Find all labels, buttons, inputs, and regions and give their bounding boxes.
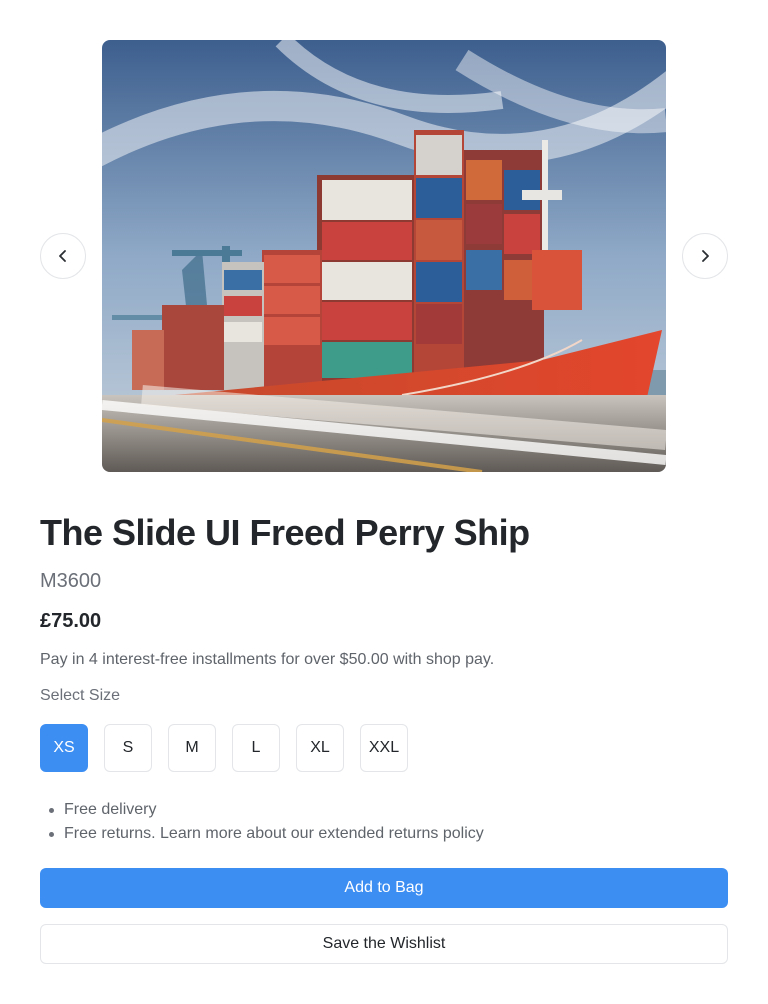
size-label: Select Size <box>40 687 121 704</box>
size-option-xl[interactable]: XL <box>296 724 344 772</box>
benefit-free-delivery: Free delivery <box>40 798 484 822</box>
size-option-xs[interactable]: XS <box>40 724 88 772</box>
product-image <box>102 40 666 472</box>
payment-note: Pay in 4 interest-free installments for … <box>40 651 495 668</box>
carousel-next-button[interactable] <box>682 233 728 279</box>
product-sku: M3600 <box>40 570 102 592</box>
size-selector: XS S M L XL XXL <box>40 724 408 772</box>
chevron-left-icon <box>59 250 66 262</box>
size-option-m[interactable]: M <box>168 724 216 772</box>
carousel-prev-button[interactable] <box>40 233 86 279</box>
product-price: £75.00 <box>40 610 102 632</box>
size-option-l[interactable]: L <box>232 724 280 772</box>
container-ship-image <box>102 40 666 472</box>
size-option-xxl[interactable]: XXL <box>360 724 408 772</box>
product-carousel <box>0 0 768 490</box>
size-option-s[interactable]: S <box>104 724 152 772</box>
benefits-list: Free delivery Free returns. Learn more a… <box>40 798 484 846</box>
add-to-bag-button[interactable]: Add to Bag <box>40 868 728 908</box>
chevron-right-icon <box>702 250 709 262</box>
product-title: The Slide UI Freed Perry Ship <box>40 512 530 553</box>
benefit-free-returns: Free returns. Learn more about our exten… <box>40 822 484 846</box>
save-wishlist-button[interactable]: Save the Wishlist <box>40 924 728 964</box>
